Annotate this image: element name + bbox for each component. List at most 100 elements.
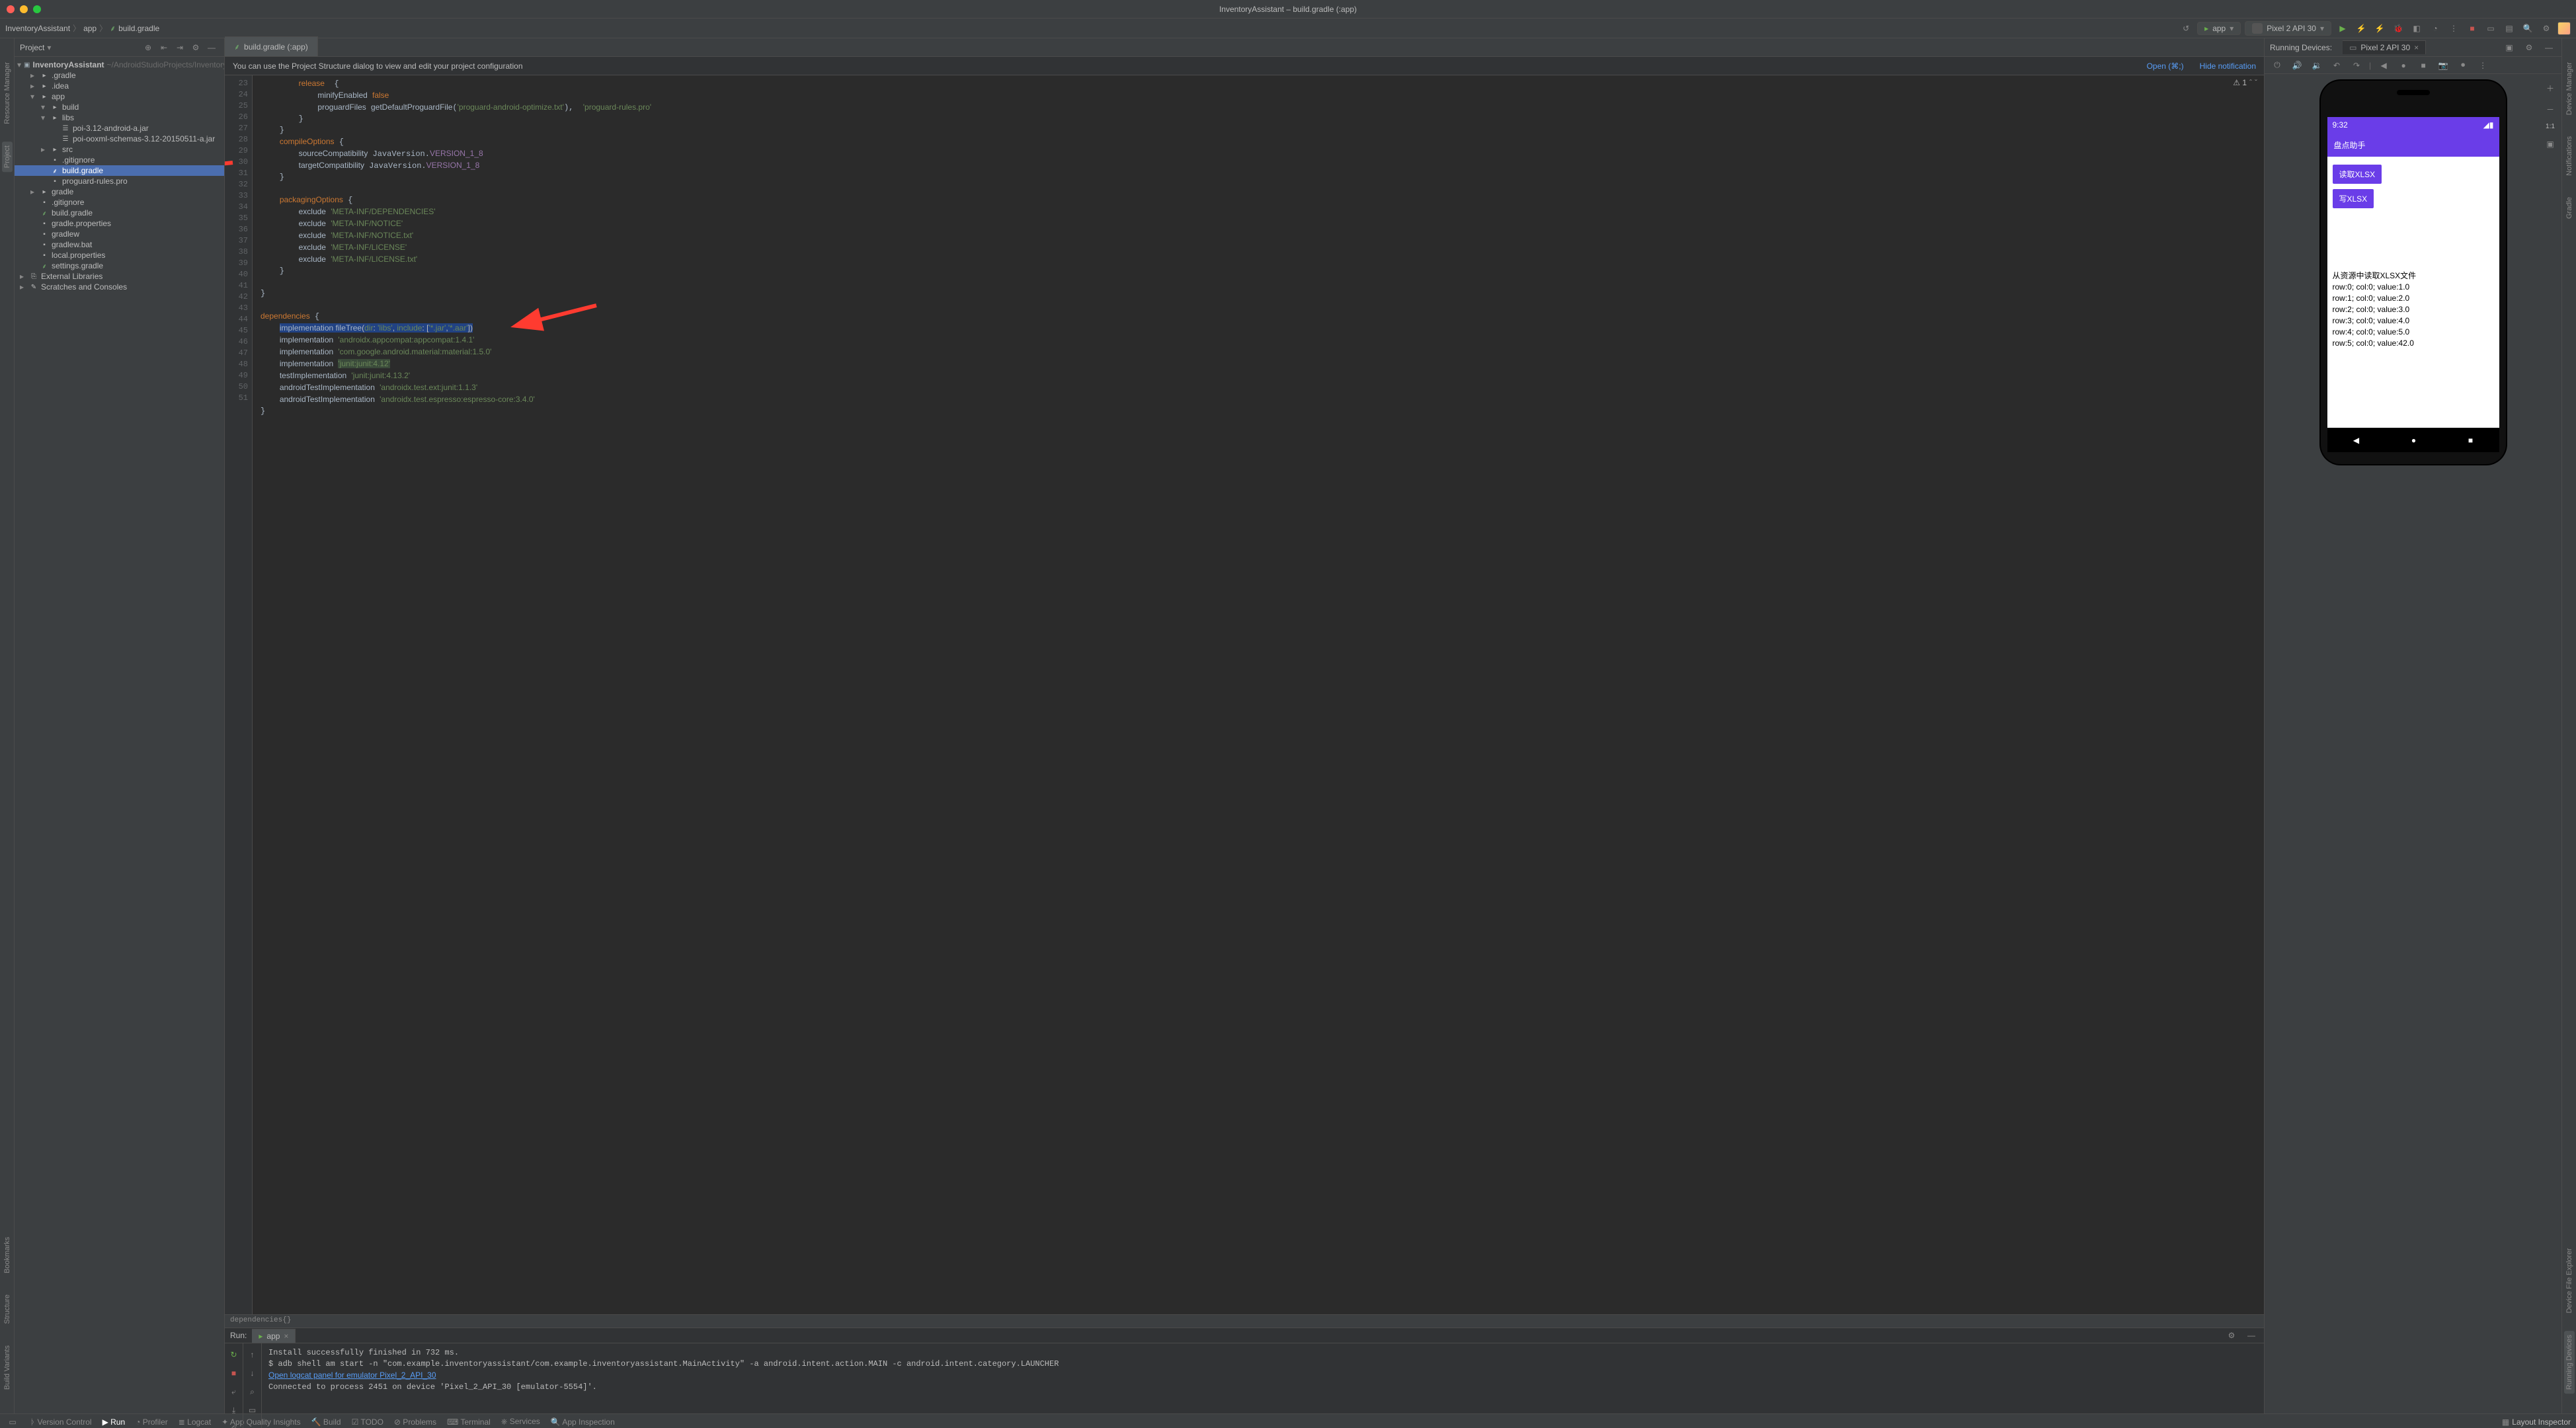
- tree-item-gradle-properties[interactable]: ▪gradle.properties: [15, 218, 224, 229]
- profile-icon[interactable]: ◔: [2428, 21, 2442, 36]
- rail-running-devices[interactable]: Running Devices: [2564, 1331, 2575, 1394]
- scroll-to-end-icon[interactable]: ⤓: [227, 1403, 241, 1417]
- layout-inspector-button[interactable]: ▦ Layout Inspector: [2502, 1417, 2571, 1427]
- bottom-tool-version-control[interactable]: ᚦ Version Control: [30, 1417, 92, 1427]
- sdk-manager-icon[interactable]: ▤: [2502, 21, 2516, 36]
- tree-item-gradlew[interactable]: ▪gradlew: [15, 229, 224, 239]
- tree-item--gitignore[interactable]: ▪.gitignore: [15, 197, 224, 208]
- zoom-in-icon[interactable]: ＋: [2543, 81, 2557, 95]
- nav-overview-icon[interactable]: ■: [2468, 436, 2473, 445]
- tree-item--gradle[interactable]: ▸▸.gradle: [15, 70, 224, 81]
- rail-bookmarks[interactable]: Bookmarks: [2, 1233, 13, 1277]
- bottom-tool-run[interactable]: ▶ Run: [102, 1417, 126, 1427]
- tree-item--gitignore[interactable]: ▪.gitignore: [15, 155, 224, 165]
- bottom-tool-profiler[interactable]: ◔ Profiler: [136, 1417, 168, 1427]
- tree-item-app[interactable]: ▾▸app: [15, 91, 224, 102]
- panel-settings-icon[interactable]: ⚙: [188, 40, 203, 55]
- device-selector-combo[interactable]: Pixel 2 API 30 ▾: [2245, 21, 2331, 36]
- emu-rotate-right-icon[interactable]: ↷: [2349, 58, 2364, 73]
- apply-changes-icon[interactable]: ⚡: [2354, 21, 2368, 36]
- breadcrumb-module[interactable]: app: [83, 24, 97, 33]
- code-editor[interactable]: ▶💡 release { minifyEnabled false proguar…: [253, 75, 2264, 1314]
- print-icon[interactable]: ⎙: [227, 1421, 241, 1428]
- tree-item-poi-ooxml-schemas-3-12-20150511-a-jar[interactable]: ☰poi-ooxml-schemas-3.12-20150511-a.jar: [15, 134, 224, 144]
- bottom-tool-logcat[interactable]: ≣ Logcat: [179, 1417, 211, 1427]
- breadcrumb-file[interactable]: build.gradle: [118, 24, 159, 33]
- sync-project-icon[interactable]: ↺: [2179, 21, 2193, 36]
- emu-more-icon[interactable]: ⋮: [2475, 58, 2490, 73]
- tree-item-build-gradle[interactable]: ⸙build.gradle: [15, 165, 224, 176]
- breadcrumb-root[interactable]: InventoryAssistant: [5, 24, 70, 33]
- rail-resource-manager[interactable]: Resource Manager: [2, 58, 13, 128]
- attach-debugger-icon[interactable]: ⋮: [2446, 21, 2461, 36]
- coverage-icon[interactable]: ◧: [2409, 21, 2424, 36]
- emu-settings-icon[interactable]: ⚙: [2522, 40, 2536, 55]
- run-button[interactable]: ▶: [2335, 21, 2350, 36]
- tree-item-libs[interactable]: ▾▸libs: [15, 112, 224, 123]
- emu-rotate-left-icon[interactable]: ↶: [2329, 58, 2344, 73]
- emu-screenshot-icon[interactable]: 📷: [2436, 58, 2450, 73]
- tree-item-build-gradle[interactable]: ⸙build.gradle: [15, 208, 224, 218]
- search-icon[interactable]: 🔍: [2520, 21, 2535, 36]
- rail-device-file-explorer[interactable]: Device File Explorer: [2564, 1244, 2575, 1317]
- emu-overview-button[interactable]: ■: [2416, 58, 2431, 73]
- emu-hide-icon[interactable]: —: [2542, 40, 2556, 55]
- emu-record-icon[interactable]: ⏺: [2456, 58, 2470, 73]
- settings-gear-icon[interactable]: ⚙: [2539, 21, 2554, 36]
- bottom-hide-icon[interactable]: ▭: [5, 1415, 20, 1428]
- nav-home-icon[interactable]: ●: [2411, 436, 2416, 445]
- locate-file-icon[interactable]: ⊕: [141, 40, 155, 55]
- stop-button[interactable]: ■: [2465, 21, 2479, 36]
- close-window-button[interactable]: [7, 5, 15, 13]
- zoom-fit-icon[interactable]: ▣: [2543, 137, 2557, 151]
- emulator-frame[interactable]: 9:32 ◢▮ 盘点助手 读取XLSX 写XLSX 从资源中读取XLSX文件 r…: [2321, 81, 2506, 464]
- zoom-window-button[interactable]: [33, 5, 41, 13]
- tree-item-external-libraries[interactable]: ▸⎘External Libraries: [15, 271, 224, 282]
- apply-code-icon[interactable]: ⚡: [2372, 21, 2387, 36]
- write-xlsx-button[interactable]: 写XLSX: [2333, 189, 2374, 208]
- stop-process-icon[interactable]: ■: [227, 1366, 241, 1380]
- emu-home-button[interactable]: ●: [2396, 58, 2411, 73]
- debug-button[interactable]: 🐞: [2391, 21, 2405, 36]
- layout-icon[interactable]: ▭: [245, 1403, 260, 1417]
- up-stack-icon[interactable]: ↑: [245, 1347, 260, 1362]
- tree-item-proguard-rules-pro[interactable]: ▪proguard-rules.pro: [15, 176, 224, 186]
- project-tree[interactable]: ▾▣ InventoryAssistant ~/AndroidStudioPro…: [15, 57, 224, 1413]
- panel-hide-icon[interactable]: —: [204, 40, 219, 55]
- run-console[interactable]: Install successfully finished in 732 ms.…: [262, 1343, 2264, 1428]
- tree-item--idea[interactable]: ▸▸.idea: [15, 81, 224, 91]
- editor-gutter[interactable]: 2324252627282930313233343536373839404142…: [225, 75, 253, 1314]
- run-window-hide-icon[interactable]: —: [2244, 1328, 2259, 1343]
- emu-volume-up-icon[interactable]: 🔊: [2290, 58, 2304, 73]
- emu-window-mode-icon[interactable]: ▣: [2502, 40, 2516, 55]
- emu-device-tab[interactable]: ▭ Pixel 2 API 30 ×: [2343, 40, 2426, 54]
- avd-manager-icon[interactable]: ▭: [2483, 21, 2498, 36]
- banner-open-link[interactable]: Open (⌘;): [2147, 61, 2184, 71]
- down-stack-icon[interactable]: ↓: [245, 1366, 260, 1380]
- rail-notifications[interactable]: Notifications: [2564, 132, 2575, 180]
- expand-all-icon[interactable]: ⇥: [173, 40, 187, 55]
- emu-power-icon[interactable]: ⏻: [2270, 58, 2284, 73]
- navigation-breadcrumb[interactable]: InventoryAssistant〉 app〉 ⸙ build.gradle: [5, 22, 159, 34]
- editor-breadcrumb-path[interactable]: dependencies{}: [225, 1314, 2264, 1328]
- minimize-window-button[interactable]: [20, 5, 28, 13]
- filter-icon[interactable]: ⌕: [245, 1384, 260, 1399]
- soft-wrap-icon[interactable]: ⤶: [227, 1384, 241, 1399]
- zoom-out-icon[interactable]: －: [2543, 102, 2557, 116]
- run-window-settings-icon[interactable]: ⚙: [2224, 1328, 2239, 1343]
- read-xlsx-button[interactable]: 读取XLSX: [2333, 165, 2382, 184]
- rail-build-variants[interactable]: Build Variants: [2, 1341, 13, 1394]
- rail-device-manager[interactable]: Device Manager: [2564, 58, 2575, 119]
- tree-item-src[interactable]: ▸▸src: [15, 144, 224, 155]
- tree-item-scratches-and-consoles[interactable]: ▸✎Scratches and Consoles: [15, 282, 224, 292]
- nav-back-icon[interactable]: ◀: [2353, 436, 2359, 445]
- emu-back-button[interactable]: ◀: [2376, 58, 2391, 73]
- emu-volume-down-icon[interactable]: 🔉: [2310, 58, 2324, 73]
- tree-item-gradlew-bat[interactable]: ▪gradlew.bat: [15, 239, 224, 250]
- tree-item-poi-3-12-android-a-jar[interactable]: ☰poi-3.12-android-a.jar: [15, 123, 224, 134]
- editor-tab-build-gradle[interactable]: ⸙ build.gradle (:app): [225, 36, 318, 56]
- tree-item-local-properties[interactable]: ▪local.properties: [15, 250, 224, 260]
- collapse-all-icon[interactable]: ⇤: [157, 40, 171, 55]
- tree-item-gradle[interactable]: ▸▸gradle: [15, 186, 224, 197]
- tree-item-build[interactable]: ▾▸build: [15, 102, 224, 112]
